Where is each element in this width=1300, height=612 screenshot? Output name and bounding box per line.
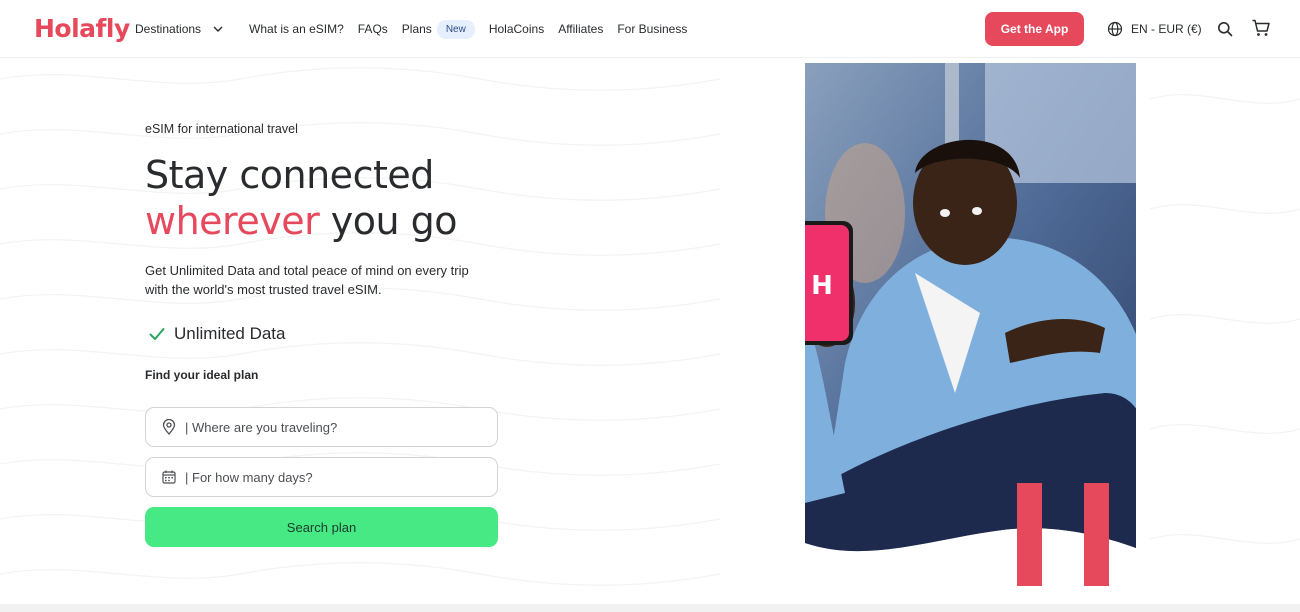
new-badge: New bbox=[436, 19, 475, 39]
location-pin-icon bbox=[162, 419, 176, 435]
nav-destinations-label: Destinations bbox=[135, 22, 202, 36]
site-header: Holafly Destinations What is an eSIM? FA… bbox=[0, 0, 1300, 58]
destination-placeholder: Where are you traveling? bbox=[185, 420, 337, 435]
nav-faqs-label: FAQs bbox=[357, 22, 388, 36]
search-icon[interactable] bbox=[1215, 19, 1235, 39]
language-currency-selector[interactable]: EN - EUR (€) bbox=[1107, 19, 1202, 39]
main-nav: Destinations What is an eSIM? FAQs Plans… bbox=[135, 0, 701, 58]
hero-eyebrow: eSIM for international travel bbox=[145, 122, 298, 136]
destination-input[interactable]: Where are you traveling? bbox=[145, 407, 498, 447]
nav-holacoins-label: HolaCoins bbox=[488, 22, 545, 36]
nav-for-business-label: For Business bbox=[617, 22, 688, 36]
nav-holacoins[interactable]: HolaCoins bbox=[489, 22, 544, 36]
check-icon bbox=[149, 328, 165, 340]
globe-icon bbox=[1107, 21, 1123, 37]
bottom-divider bbox=[0, 604, 1300, 612]
get-the-app-button[interactable]: Get the App bbox=[985, 12, 1084, 46]
chevron-down-icon bbox=[213, 26, 223, 32]
nav-what-is-esim[interactable]: What is an eSIM? bbox=[249, 22, 344, 36]
days-placeholder: For how many days? bbox=[185, 470, 313, 485]
cart-icon[interactable] bbox=[1250, 17, 1272, 39]
holafly-logo[interactable]: Holafly bbox=[34, 14, 130, 43]
hero-title-line2: wherever you go bbox=[145, 198, 458, 244]
hero-description: Get Unlimited Data and total peace of mi… bbox=[145, 263, 469, 297]
feature-label: Unlimited Data bbox=[174, 324, 286, 343]
days-input[interactable]: For how many days? bbox=[145, 457, 498, 497]
nav-affiliates-label: Affiliates bbox=[558, 22, 604, 36]
hero-title: Stay connected wherever you go bbox=[145, 152, 458, 244]
language-label: EN - EUR (€) bbox=[1131, 22, 1202, 36]
nav-plans-label: Plans bbox=[401, 22, 432, 36]
nav-affiliates[interactable]: Affiliates bbox=[558, 22, 603, 36]
hero-title-accent: wherever bbox=[145, 199, 320, 243]
nav-for-business[interactable]: For Business bbox=[617, 22, 687, 36]
hero-title-rest: you go bbox=[319, 199, 458, 243]
search-plan-button[interactable]: Search plan bbox=[145, 507, 498, 547]
feature-item: Unlimited Data bbox=[149, 324, 286, 344]
nav-faqs[interactable]: FAQs bbox=[358, 22, 388, 36]
find-plan-label: Find your ideal plan bbox=[145, 368, 259, 382]
nav-destinations[interactable]: Destinations bbox=[135, 22, 223, 36]
nav-what-is-esim-label: What is an eSIM? bbox=[249, 22, 344, 36]
hero-photo: H bbox=[805, 63, 1136, 586]
svg-text:H: H bbox=[811, 271, 833, 301]
hero-title-line1: Stay connected bbox=[145, 153, 434, 197]
nav-plans[interactable]: Plans New bbox=[401, 19, 475, 39]
calendar-icon bbox=[162, 470, 176, 484]
